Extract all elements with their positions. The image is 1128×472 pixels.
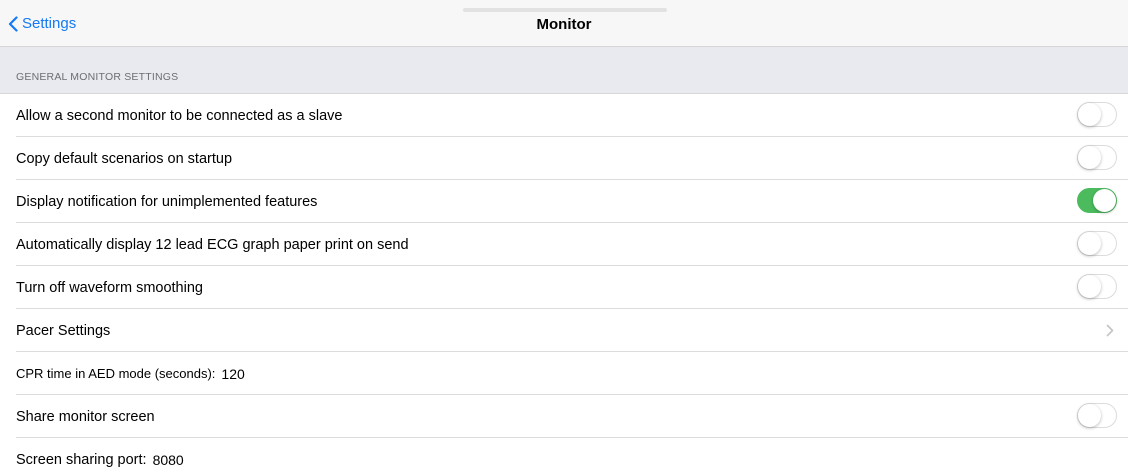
- home-indicator: [463, 8, 667, 12]
- setting-label: Turn off waveform smoothing: [16, 279, 203, 296]
- share-screen-toggle[interactable]: [1077, 403, 1117, 428]
- setting-label: Copy default scenarios on startup: [16, 150, 233, 167]
- cpr-time-value[interactable]: 120: [221, 366, 244, 382]
- pacer-settings-row[interactable]: Pacer Settings: [0, 309, 1128, 352]
- unimplemented-notification-toggle[interactable]: [1077, 188, 1117, 213]
- waveform-smoothing-toggle[interactable]: [1077, 274, 1117, 299]
- page-title: Monitor: [536, 16, 592, 33]
- sharing-port-value[interactable]: 8080: [153, 452, 184, 468]
- section-header-label: GENERAL MONITOR SETTINGS: [16, 71, 179, 83]
- setting-label: Share monitor screen: [16, 408, 155, 425]
- setting-row-cpr-time: CPR time in AED mode (seconds): 120: [0, 352, 1128, 395]
- ecg-print-toggle[interactable]: [1077, 231, 1117, 256]
- setting-row-copy-scenarios: Copy default scenarios on startup: [0, 137, 1128, 180]
- setting-label: Pacer Settings: [16, 322, 111, 339]
- toggle-knob: [1078, 146, 1101, 169]
- setting-row-share-screen: Share monitor screen: [0, 395, 1128, 438]
- setting-label: Automatically display 12 lead ECG graph …: [16, 236, 409, 253]
- setting-label: Display notification for unimplemented f…: [16, 193, 318, 210]
- setting-row-second-monitor: Allow a second monitor to be connected a…: [0, 94, 1128, 137]
- setting-row-waveform-smoothing: Turn off waveform smoothing: [0, 266, 1128, 309]
- setting-label: Allow a second monitor to be connected a…: [16, 107, 343, 124]
- setting-row-unimplemented-notification: Display notification for unimplemented f…: [0, 180, 1128, 223]
- copy-scenarios-toggle[interactable]: [1077, 145, 1117, 170]
- toggle-knob: [1078, 404, 1101, 427]
- chevron-right-icon: [1106, 324, 1114, 337]
- setting-label: CPR time in AED mode (seconds):: [16, 366, 216, 381]
- setting-row-ecg-print: Automatically display 12 lead ECG graph …: [0, 223, 1128, 266]
- setting-label: Screen sharing port:: [16, 451, 147, 468]
- navigation-bar: Settings Monitor: [0, 0, 1128, 47]
- second-monitor-toggle[interactable]: [1077, 102, 1117, 127]
- section-header: GENERAL MONITOR SETTINGS: [0, 47, 1128, 94]
- toggle-knob: [1093, 189, 1116, 212]
- toggle-knob: [1078, 103, 1101, 126]
- toggle-knob: [1078, 232, 1101, 255]
- toggle-knob: [1078, 275, 1101, 298]
- setting-row-sharing-port: Screen sharing port: 8080: [0, 438, 1128, 472]
